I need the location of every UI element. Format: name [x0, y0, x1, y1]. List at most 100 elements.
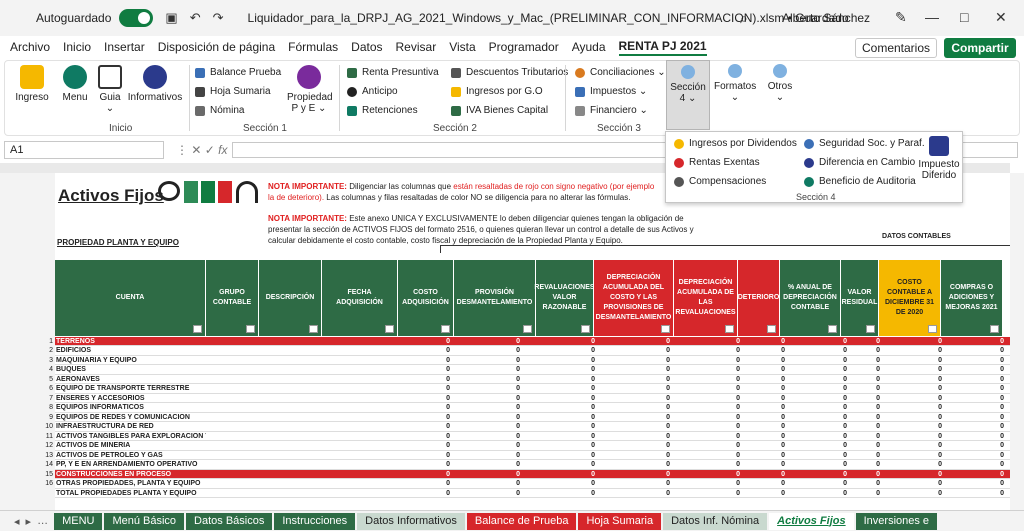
cell-value[interactable]: 0 [994, 357, 1004, 364]
cell-value[interactable]: 0 [994, 433, 1004, 440]
menu-ayuda[interactable]: Ayuda [572, 40, 606, 54]
cell-value[interactable]: 0 [585, 442, 595, 449]
cell-value[interactable]: 0 [440, 357, 450, 364]
nomina-button[interactable]: Nómina [195, 105, 244, 116]
cell-value[interactable]: 0 [730, 338, 740, 345]
cell-value[interactable]: 0 [775, 395, 785, 402]
cell-value[interactable]: 0 [932, 347, 942, 354]
cell-value[interactable]: 0 [775, 423, 785, 430]
cell-value[interactable]: 0 [585, 414, 595, 421]
cell-value[interactable]: 0 [994, 452, 1004, 459]
cell-value[interactable]: 0 [510, 385, 520, 392]
cell-value[interactable]: 0 [730, 471, 740, 478]
search-icon[interactable]: ⌕ [740, 10, 748, 27]
cell-value[interactable]: 0 [660, 423, 670, 430]
conciliaciones-button[interactable]: Conciliaciones ⌄ [575, 67, 666, 78]
minimize-icon[interactable]: — [925, 9, 939, 25]
table-row[interactable]: 7 ENSERES Y ACCESORIOS 0 0 0 0 0 0 0 0 0 0 [49, 394, 1010, 403]
cell-value[interactable]: 0 [837, 414, 847, 421]
tab-datos-nomina[interactable]: Datos Inf. Nómina [663, 512, 768, 530]
filter-dropdown-icon[interactable] [246, 325, 255, 333]
up-arrow-icon[interactable] [236, 181, 258, 203]
menu-archivo[interactable]: Archivo [10, 40, 50, 54]
cell-value[interactable]: 0 [585, 357, 595, 364]
cell-value[interactable]: 0 [932, 366, 942, 373]
cell-value[interactable]: 0 [932, 376, 942, 383]
cell-value[interactable]: 0 [660, 471, 670, 478]
pen-icon[interactable]: ✎ [895, 9, 907, 26]
cell-value[interactable]: 0 [932, 414, 942, 421]
cell-value[interactable]: 0 [870, 452, 880, 459]
cell-value[interactable]: 0 [510, 442, 520, 449]
cell-value[interactable]: 0 [994, 376, 1004, 383]
cell-value[interactable]: 0 [585, 433, 595, 440]
renta-presuntiva-button[interactable]: Renta Presuntiva [347, 67, 439, 78]
cell-value[interactable]: 0 [585, 452, 595, 459]
redo-icon[interactable]: ↷ [213, 10, 224, 26]
menu-insertar[interactable]: Insertar [104, 40, 145, 54]
cell-value[interactable]: 0 [730, 395, 740, 402]
cell-value[interactable]: 0 [730, 347, 740, 354]
cell-value[interactable]: 0 [994, 366, 1004, 373]
table-row[interactable]: 14 PP, Y E EN ARRENDAMIENTO OPERATIVO 0 0 0 0… [45, 461, 1010, 470]
cell-value[interactable]: 0 [585, 404, 595, 411]
filter-dropdown-icon[interactable] [385, 325, 394, 333]
cell-value[interactable]: 0 [730, 385, 740, 392]
user-name[interactable]: Alberto Sánchez [782, 11, 870, 25]
cell-value[interactable]: 0 [510, 404, 520, 411]
cell-value[interactable]: 0 [440, 471, 450, 478]
filter-dropdown-icon[interactable] [725, 325, 734, 333]
filter-dropdown-icon[interactable] [990, 325, 999, 333]
guia-button[interactable]: Guia ⌄ [95, 65, 125, 114]
cell-value[interactable]: 0 [837, 395, 847, 402]
ingresos-go-button[interactable]: Ingresos por G.O [451, 86, 543, 97]
cell-value[interactable]: 0 [837, 357, 847, 364]
iva-button[interactable]: IVA Bienes Capital [451, 105, 548, 116]
cell-value[interactable]: 0 [510, 433, 520, 440]
financiero-button[interactable]: Financiero ⌄ [575, 105, 648, 116]
cell-value[interactable]: 0 [440, 442, 450, 449]
cell-value[interactable]: 0 [730, 480, 740, 487]
table-row[interactable]: 16 OTRAS PROPIEDADES, PLANTA Y EQUIPO 0 0 0 0… [45, 480, 1010, 489]
cell-value[interactable]: 0 [837, 433, 847, 440]
cell-value[interactable]: 0 [837, 442, 847, 449]
cell-value[interactable]: 0 [660, 385, 670, 392]
filter-dropdown-icon[interactable] [928, 325, 937, 333]
filter-dropdown-icon[interactable] [309, 325, 318, 333]
dd-auditoria[interactable]: Beneficio de Auditoria [804, 176, 916, 187]
cell-value[interactable]: 0 [775, 471, 785, 478]
cell-value[interactable]: 0 [932, 423, 942, 430]
cell-value[interactable]: 0 [994, 471, 1004, 478]
cell-value[interactable]: 0 [730, 376, 740, 383]
cell-value[interactable]: 0 [730, 404, 740, 411]
cell-value[interactable]: 0 [870, 414, 880, 421]
cell-value[interactable]: 0 [510, 490, 520, 497]
back-arrow-icon[interactable] [158, 181, 180, 201]
table-row[interactable]: 10 INFRAESTRUCTURA DE RED 0 0 0 0 0 0 0 0 0 0 [45, 423, 1010, 432]
cell-value[interactable]: 0 [440, 480, 450, 487]
propiedad-button[interactable]: Propiedad P y E ⌄ [287, 65, 333, 114]
cell-value[interactable]: 0 [510, 480, 520, 487]
dd-impuesto-diferido[interactable]: Impuesto Diferido [918, 136, 960, 181]
cell-value[interactable]: 0 [440, 404, 450, 411]
cell-value[interactable]: 0 [510, 357, 520, 364]
table-row[interactable]: 4 BUQUES 0 0 0 0 0 0 0 0 0 0 [49, 366, 1010, 375]
tab-datos-informativos[interactable]: Datos Informativos [357, 512, 465, 530]
cell-value[interactable]: 0 [510, 347, 520, 354]
tab-instrucciones[interactable]: Instrucciones [274, 512, 356, 530]
cell-value[interactable]: 0 [775, 338, 785, 345]
cell-value[interactable]: 0 [730, 414, 740, 421]
tab-hoja-sumaria[interactable]: Hoja Sumaria [578, 512, 662, 530]
cell-value[interactable]: 0 [510, 338, 520, 345]
cell-value[interactable]: 0 [775, 376, 785, 383]
cell-value[interactable]: 0 [932, 433, 942, 440]
cell-value[interactable]: 0 [775, 414, 785, 421]
cell-value[interactable]: 0 [994, 338, 1004, 345]
cell-value[interactable]: 0 [870, 471, 880, 478]
cell-value[interactable]: 0 [660, 366, 670, 373]
cell-value[interactable]: 0 [440, 385, 450, 392]
cell-value[interactable]: 0 [837, 338, 847, 345]
tab-next-icon[interactable]: ▸ [26, 515, 32, 528]
cell-value[interactable]: 0 [994, 385, 1004, 392]
hoja-sumaria-button[interactable]: Hoja Sumaria [195, 86, 271, 97]
